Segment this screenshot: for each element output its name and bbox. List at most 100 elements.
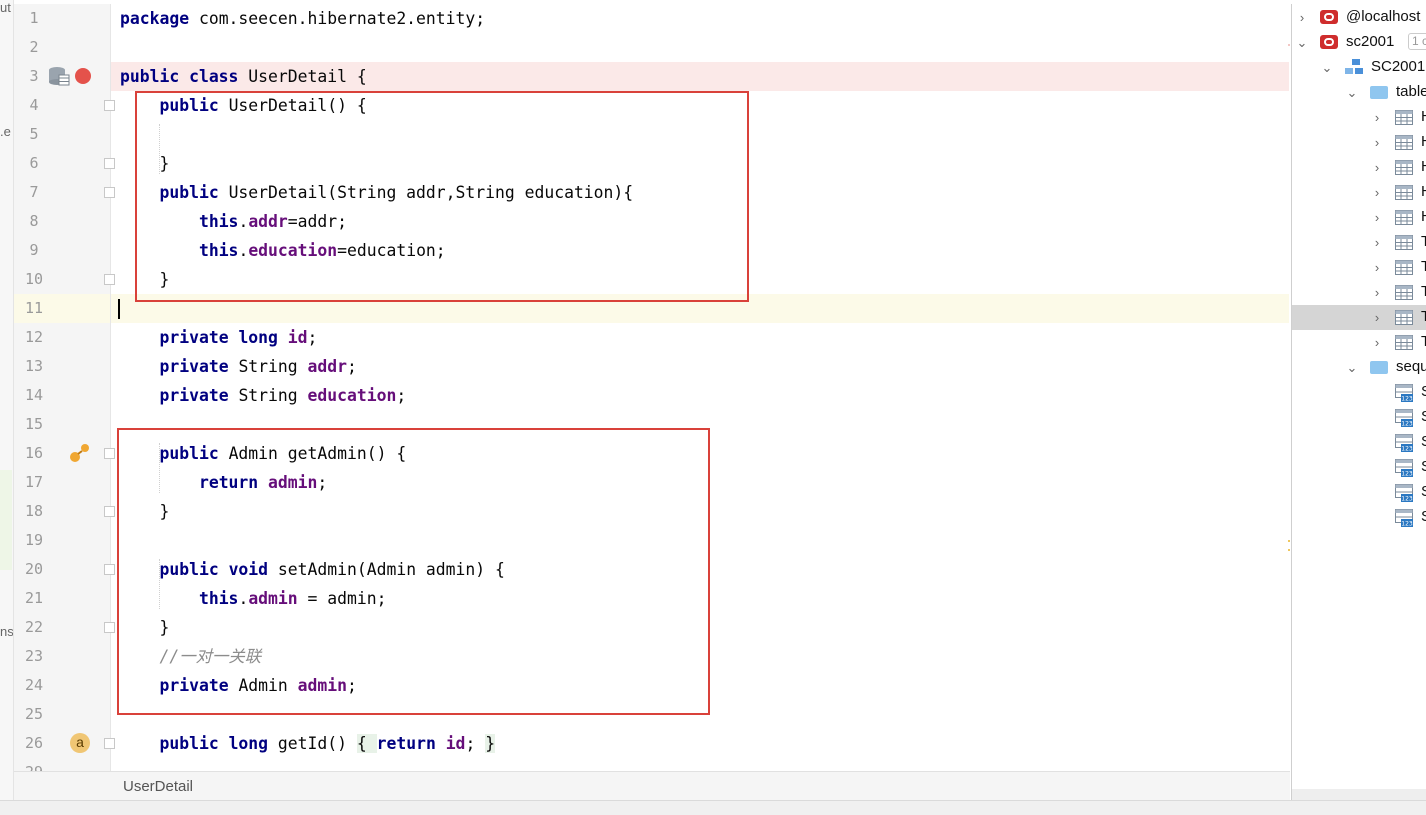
line-number[interactable]: 5 — [14, 120, 54, 149]
editor-gutter[interactable]: 1 2 3 4 5 6 7 8 9 10 11 12 13 14 15 16 17 18 19 20 21 22 23 24 2… — [14, 4, 115, 771]
warning-stripe-mark[interactable] — [1288, 549, 1290, 551]
chevron-down-icon[interactable]: ⌄ — [1346, 80, 1358, 105]
code-line[interactable]: public UserDetail() { — [120, 91, 366, 120]
tree-item-table[interactable]: ›T — [1292, 305, 1426, 330]
code-line[interactable]: public void setAdmin(Admin admin) { — [120, 555, 504, 584]
code-line[interactable]: //一对一关联 — [120, 642, 261, 671]
tree-item-sequence[interactable]: 123 S — [1292, 430, 1426, 455]
line-number[interactable]: 15 — [14, 410, 54, 439]
breakpoint-icon[interactable] — [75, 68, 91, 84]
tree-item-sequences-folder[interactable]: ⌄ sequ — [1292, 355, 1426, 380]
line-number[interactable]: 22 — [14, 613, 54, 642]
tree-item-table[interactable]: ›T — [1292, 230, 1426, 255]
database-mapping-icon[interactable] — [48, 65, 70, 87]
line-number[interactable]: 26 — [14, 729, 54, 758]
line-number[interactable]: 16 — [14, 439, 54, 468]
line-number[interactable]: 29 — [14, 758, 54, 771]
chevron-right-icon[interactable]: › — [1371, 105, 1383, 130]
code-line[interactable]: private String education; — [120, 381, 406, 410]
line-number[interactable]: 20 — [14, 555, 54, 584]
property-accessor-icon[interactable]: a — [70, 733, 90, 753]
chevron-right-icon[interactable]: › — [1371, 280, 1383, 305]
chevron-right-icon[interactable]: › — [1371, 230, 1383, 255]
database-panel[interactable]: ›@localhost⌄sc20011 c⌄SC2001⌄table›H›H›H… — [1291, 4, 1426, 800]
tree-item-table[interactable]: ›H — [1292, 180, 1426, 205]
database-panel-scrollbar[interactable] — [1292, 789, 1426, 800]
line-number[interactable]: 8 — [14, 207, 54, 236]
line-number[interactable]: 10 — [14, 265, 54, 294]
tree-item-table[interactable]: ›H — [1292, 105, 1426, 130]
line-number[interactable]: 17 — [14, 468, 54, 497]
code-editor[interactable]: 1 2 3 4 5 6 7 8 9 10 11 12 13 14 15 16 17 18 19 20 21 22 23 24 2… — [14, 4, 1290, 771]
breadcrumb[interactable]: UserDetail — [14, 771, 1290, 801]
tree-item-database[interactable]: ⌄ sc2001 1 c — [1292, 30, 1426, 55]
tree-item-sequence[interactable]: 123 S — [1292, 455, 1426, 480]
code-line[interactable]: } — [120, 613, 169, 642]
code-line[interactable]: this.education=education; — [120, 236, 446, 265]
folder-icon — [1370, 361, 1388, 374]
tree-item-label: S — [1421, 508, 1426, 525]
tree-item-sequence[interactable]: 123 S — [1292, 480, 1426, 505]
code-line[interactable]: private String addr; — [120, 352, 356, 381]
code-line[interactable]: private long id; — [120, 323, 317, 352]
chevron-right-icon[interactable]: › — [1371, 130, 1383, 155]
line-number[interactable]: 2 — [14, 33, 54, 62]
breakpoint-stripe-mark[interactable] — [1288, 44, 1290, 46]
current-line-highlight — [111, 294, 1290, 323]
chevron-right-icon[interactable]: › — [1371, 330, 1383, 355]
line-number[interactable]: 1 — [14, 4, 54, 33]
line-number[interactable]: 6 — [14, 149, 54, 178]
implements-method-icon[interactable] — [69, 443, 91, 463]
warning-stripe-mark[interactable] — [1288, 540, 1290, 542]
line-number[interactable]: 13 — [14, 352, 54, 381]
code-line[interactable]: this.addr=addr; — [120, 207, 347, 236]
chevron-down-icon[interactable]: ⌄ — [1321, 55, 1333, 80]
chevron-down-icon[interactable]: ⌄ — [1296, 30, 1308, 55]
tree-item-table[interactable]: ›H — [1292, 205, 1426, 230]
line-number[interactable]: 4 — [14, 91, 54, 120]
tree-item-table[interactable]: ›T — [1292, 255, 1426, 280]
code-line[interactable]: public class UserDetail { — [120, 62, 367, 91]
code-line[interactable]: package com.seecen.hibernate2.entity; — [120, 4, 485, 33]
tree-item-schema[interactable]: ⌄ SC2001 — [1292, 55, 1426, 80]
code-line[interactable]: private Admin admin; — [120, 671, 356, 700]
code-area[interactable]: package com.seecen.hibernate2.entity; pub… — [111, 4, 1290, 771]
tree-item-table[interactable]: ›T — [1292, 330, 1426, 355]
line-number[interactable]: 9 — [14, 236, 54, 265]
code-line[interactable]: public Admin getAdmin() { — [120, 439, 406, 468]
line-number[interactable]: 23 — [14, 642, 54, 671]
line-number[interactable]: 7 — [14, 178, 54, 207]
chevron-right-icon[interactable]: › — [1371, 305, 1383, 330]
line-number[interactable]: 11 — [14, 294, 54, 323]
tree-item-table[interactable]: ›H — [1292, 130, 1426, 155]
line-number[interactable]: 24 — [14, 671, 54, 700]
tree-item-tables-folder[interactable]: ⌄ table — [1292, 80, 1426, 105]
line-number[interactable]: 21 — [14, 584, 54, 613]
line-number[interactable]: 18 — [14, 497, 54, 526]
chevron-right-icon[interactable]: › — [1371, 180, 1383, 205]
chevron-right-icon[interactable]: › — [1371, 155, 1383, 180]
code-line[interactable]: return admin; — [120, 468, 327, 497]
tree-item-sequence[interactable]: 123 S — [1292, 505, 1426, 530]
tree-item-sequence[interactable]: 123 S — [1292, 380, 1426, 405]
line-number[interactable]: 19 — [14, 526, 54, 555]
tree-item-sequence[interactable]: 123 S — [1292, 405, 1426, 430]
tree-item-connection[interactable]: › @localhost — [1292, 5, 1426, 30]
code-line[interactable]: } — [120, 265, 169, 294]
code-line[interactable]: public long getId() { return id; } — [120, 729, 496, 758]
code-line[interactable]: } — [120, 149, 169, 178]
chevron-right-icon[interactable]: › — [1371, 205, 1383, 230]
code-line[interactable]: public UserDetail(String addr,String edu… — [120, 178, 633, 207]
chevron-right-icon[interactable]: › — [1371, 255, 1383, 280]
tree-item-table[interactable]: ›T — [1292, 280, 1426, 305]
code-line[interactable]: } — [120, 497, 169, 526]
chevron-right-icon[interactable]: › — [1296, 5, 1308, 30]
tree-item-table[interactable]: ›H — [1292, 155, 1426, 180]
chevron-down-icon[interactable]: ⌄ — [1346, 355, 1358, 380]
line-number[interactable]: 25 — [14, 700, 54, 729]
line-number[interactable]: 14 — [14, 381, 54, 410]
breadcrumb-class-name[interactable]: UserDetail — [123, 778, 193, 795]
line-number[interactable]: 12 — [14, 323, 54, 352]
